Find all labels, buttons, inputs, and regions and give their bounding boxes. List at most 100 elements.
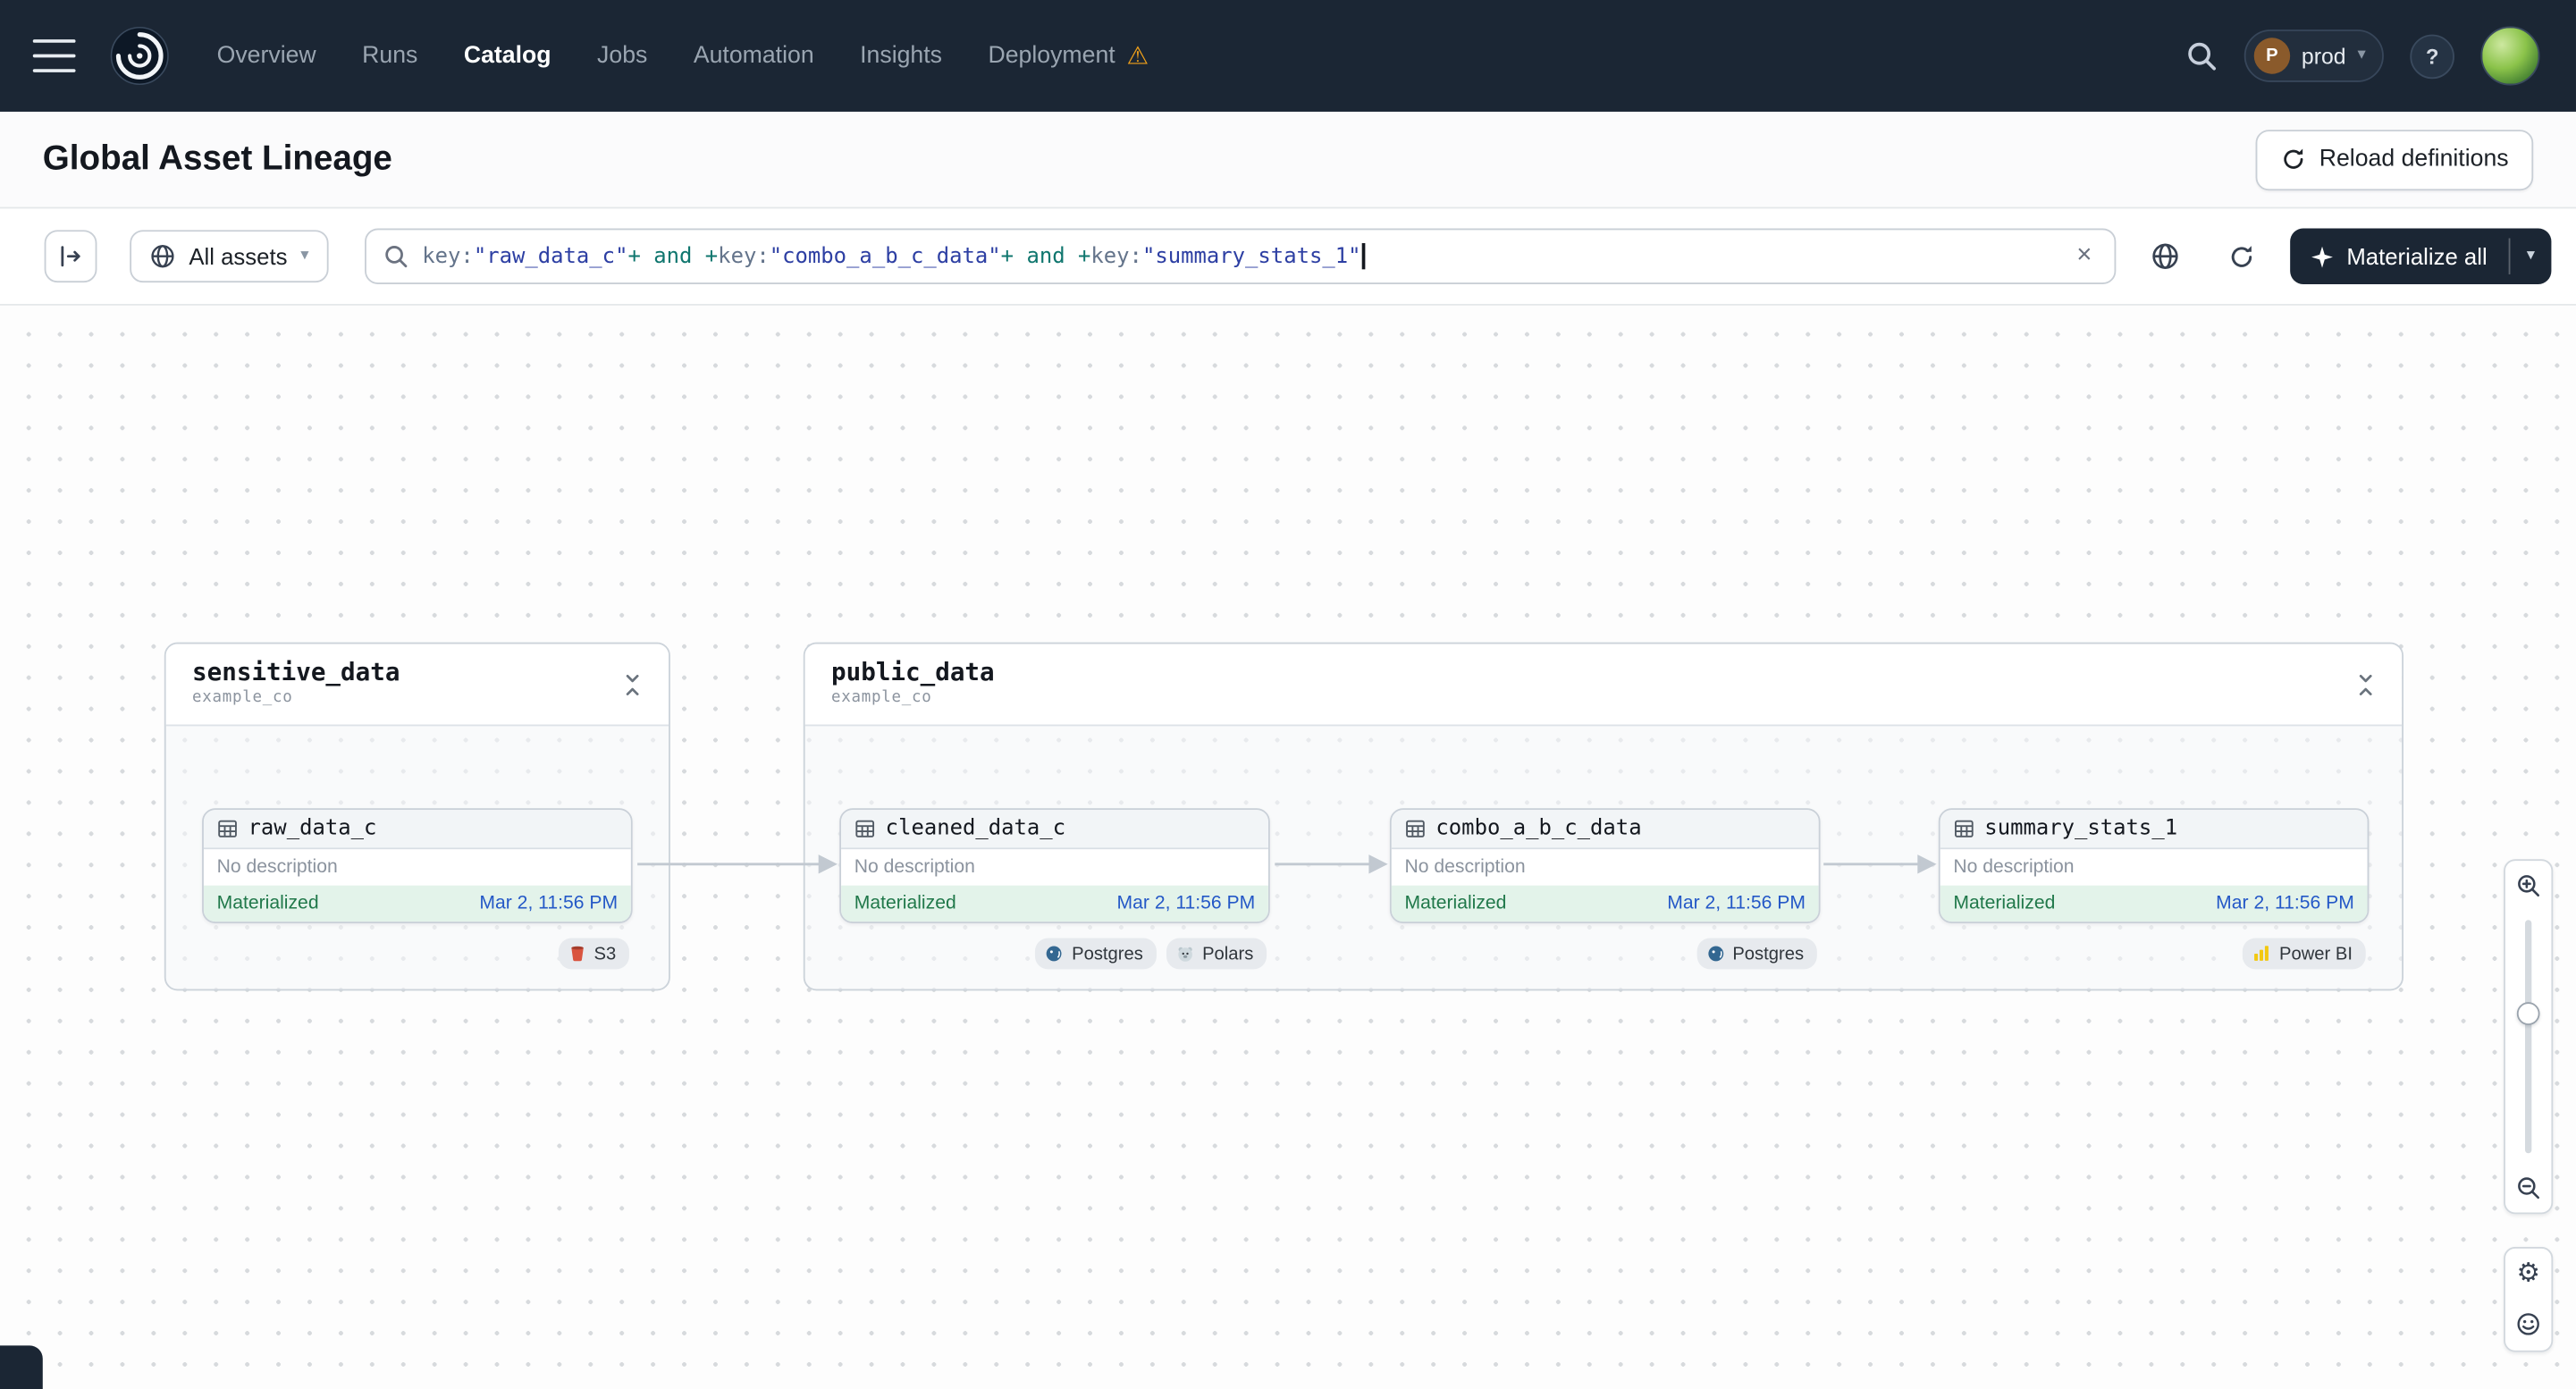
asset-description: No description bbox=[841, 849, 1268, 886]
postgres-icon bbox=[1707, 946, 1723, 962]
query-token: "summary_stats_1" bbox=[1141, 243, 1361, 269]
open-left-panel-button[interactable] bbox=[44, 230, 97, 283]
asset-name: raw_data_c bbox=[248, 816, 377, 842]
group-title: sensitive_data bbox=[192, 657, 400, 687]
asset-description: No description bbox=[1391, 849, 1819, 886]
asset-name: summary_stats_1 bbox=[1984, 816, 2178, 842]
gear-icon: ⚙ bbox=[2516, 1259, 2540, 1288]
sparkle-icon bbox=[2311, 245, 2334, 267]
status-badge: Materialized bbox=[1404, 893, 1507, 913]
query-token: "raw_data_c" bbox=[473, 243, 628, 269]
query-token: key: bbox=[718, 243, 770, 269]
asset-description: No description bbox=[203, 849, 631, 886]
hamburger-menu-icon[interactable] bbox=[32, 39, 76, 72]
app-root: Overview Runs Catalog Jobs Automation In… bbox=[0, 0, 2576, 1389]
status-badge: Materialized bbox=[1953, 893, 2056, 913]
asset-card[interactable]: cleaned_data_c No description Materializ… bbox=[839, 808, 1270, 923]
asset-description: No description bbox=[1940, 849, 2368, 886]
asset-filter-dropdown[interactable]: All assets ▾ bbox=[130, 230, 329, 283]
warning-icon: ⚠ bbox=[1126, 41, 1149, 71]
page-header: Global Asset Lineage Reload definitions bbox=[0, 111, 2576, 209]
group-subtitle: example_co bbox=[192, 687, 293, 706]
asset-card[interactable]: combo_a_b_c_data No description Material… bbox=[1389, 808, 1821, 923]
asset-selection-searchbox: key: "raw_data_c" + and + key: "combo_a_b_c_… bbox=[364, 228, 2117, 284]
filter-label: All assets bbox=[189, 243, 288, 270]
asset-node-combo_a_b_c_data: combo_a_b_c_data No description Material… bbox=[1389, 808, 1821, 970]
page-title: Global Asset Lineage bbox=[42, 139, 392, 178]
postgres-icon bbox=[1047, 946, 1063, 962]
nav-item-catalog[interactable]: Catalog bbox=[464, 43, 551, 69]
materialization-timestamp-link[interactable]: Mar 2, 11:56 PM bbox=[1117, 894, 1256, 913]
deployment-switcher[interactable]: P prod ▾ bbox=[2243, 29, 2384, 82]
asset-card[interactable]: summary_stats_1 No description Materiali… bbox=[1938, 808, 2370, 923]
feedback-button[interactable] bbox=[2507, 1303, 2550, 1346]
asset-status-row: Materialized Mar 2, 11:56 PM bbox=[1391, 885, 1819, 922]
polars-icon bbox=[1178, 947, 1192, 962]
collapse-group-icon[interactable] bbox=[2353, 670, 2378, 700]
group-header: sensitive_data example_co bbox=[165, 644, 669, 727]
asset-tags: Postgres Polars bbox=[839, 938, 1270, 970]
search-icon bbox=[385, 246, 408, 268]
materialization-timestamp-link[interactable]: Mar 2, 11:56 PM bbox=[2216, 894, 2354, 913]
nav-item-deployment[interactable]: Deployment ⚠ bbox=[988, 43, 1149, 69]
top-nav: Overview Runs Catalog Jobs Automation In… bbox=[0, 0, 2576, 112]
search-icon[interactable] bbox=[2185, 39, 2218, 72]
query-token: + and + bbox=[1000, 243, 1091, 269]
refresh-button[interactable] bbox=[2215, 230, 2268, 282]
group-title: public_data bbox=[831, 657, 995, 687]
asset-card[interactable]: raw_data_c No description Materialized M… bbox=[202, 808, 633, 923]
asset-node-cleaned_data_c: cleaned_data_c No description Materializ… bbox=[839, 808, 1270, 970]
user-avatar[interactable] bbox=[2480, 26, 2540, 86]
lineage-canvas[interactable]: sensitive_data example_co public_data ex… bbox=[0, 305, 2576, 1389]
nav-item-overview[interactable]: Overview bbox=[217, 43, 316, 69]
query-token: + and + bbox=[627, 243, 719, 269]
globe-icon bbox=[2153, 243, 2179, 269]
reload-icon bbox=[2283, 148, 2302, 169]
graph-settings-button[interactable]: ⚙ bbox=[2507, 1253, 2550, 1296]
asset-name: combo_a_b_c_data bbox=[1435, 816, 1642, 842]
collapse-group-icon[interactable] bbox=[619, 670, 645, 700]
group-subtitle: example_co bbox=[831, 687, 932, 706]
kind-tag-polars: Polars bbox=[1166, 938, 1267, 970]
tag-label: Postgres bbox=[1072, 943, 1143, 964]
zoom-out-button[interactable] bbox=[2507, 1166, 2550, 1209]
powerbi-icon bbox=[2254, 946, 2269, 961]
graph-view-globe-button[interactable] bbox=[2140, 230, 2193, 282]
kind-tag-s3: S3 bbox=[558, 938, 629, 970]
asset-node-raw_data_c: raw_data_c No description Materialized M… bbox=[202, 808, 633, 970]
nav-item-jobs[interactable]: Jobs bbox=[597, 43, 647, 69]
help-button[interactable]: ? bbox=[2410, 33, 2454, 79]
materialization-timestamp-link[interactable]: Mar 2, 11:56 PM bbox=[1667, 894, 1806, 913]
smiley-icon bbox=[2517, 1313, 2539, 1335]
materialize-options-button[interactable]: ▾ bbox=[2510, 228, 2551, 283]
kind-tag-powerbi: Power BI bbox=[2243, 938, 2366, 970]
materialize-all-button[interactable]: Materialize all bbox=[2291, 228, 2509, 283]
materialization-timestamp-link[interactable]: Mar 2, 11:56 PM bbox=[479, 894, 618, 913]
asset-tags: Postgres bbox=[1390, 938, 1821, 970]
zoom-in-button[interactable] bbox=[2507, 864, 2550, 907]
tag-label: S3 bbox=[593, 943, 617, 964]
nav-item-automation[interactable]: Automation bbox=[694, 43, 814, 69]
tag-label: Postgres bbox=[1732, 943, 1805, 964]
reload-definitions-button[interactable]: Reload definitions bbox=[2255, 129, 2534, 190]
clear-search-button[interactable]: × bbox=[2070, 240, 2099, 273]
bottom-left-panel-chip[interactable] bbox=[0, 1345, 43, 1389]
asset-selection-input[interactable]: key: "raw_data_c" + and + key: "combo_a_b_c_… bbox=[422, 243, 2057, 270]
chevron-down-icon: ▾ bbox=[2526, 246, 2536, 265]
deployment-name: prod bbox=[2301, 43, 2346, 69]
asset-status-row: Materialized Mar 2, 11:56 PM bbox=[841, 885, 1268, 922]
primary-nav: Overview Runs Catalog Jobs Automation In… bbox=[217, 43, 1149, 69]
zoom-slider-knob[interactable] bbox=[2516, 1002, 2540, 1025]
asset-status-row: Materialized Mar 2, 11:56 PM bbox=[1940, 885, 2368, 922]
chevron-down-icon: ▾ bbox=[2357, 46, 2366, 64]
s3-icon bbox=[570, 946, 583, 962]
query-token: "combo_a_b_c_data" bbox=[769, 243, 1001, 269]
nav-item-runs[interactable]: Runs bbox=[362, 43, 417, 69]
kind-tag-postgres: Postgres bbox=[1035, 938, 1157, 970]
asset-status-row: Materialized Mar 2, 11:56 PM bbox=[203, 885, 631, 922]
text-caret bbox=[1362, 243, 1366, 270]
nav-item-insights[interactable]: Insights bbox=[860, 43, 942, 69]
globe-icon bbox=[151, 245, 174, 268]
dagster-logo-icon[interactable] bbox=[105, 21, 174, 90]
zoom-slider[interactable] bbox=[2507, 913, 2550, 1160]
